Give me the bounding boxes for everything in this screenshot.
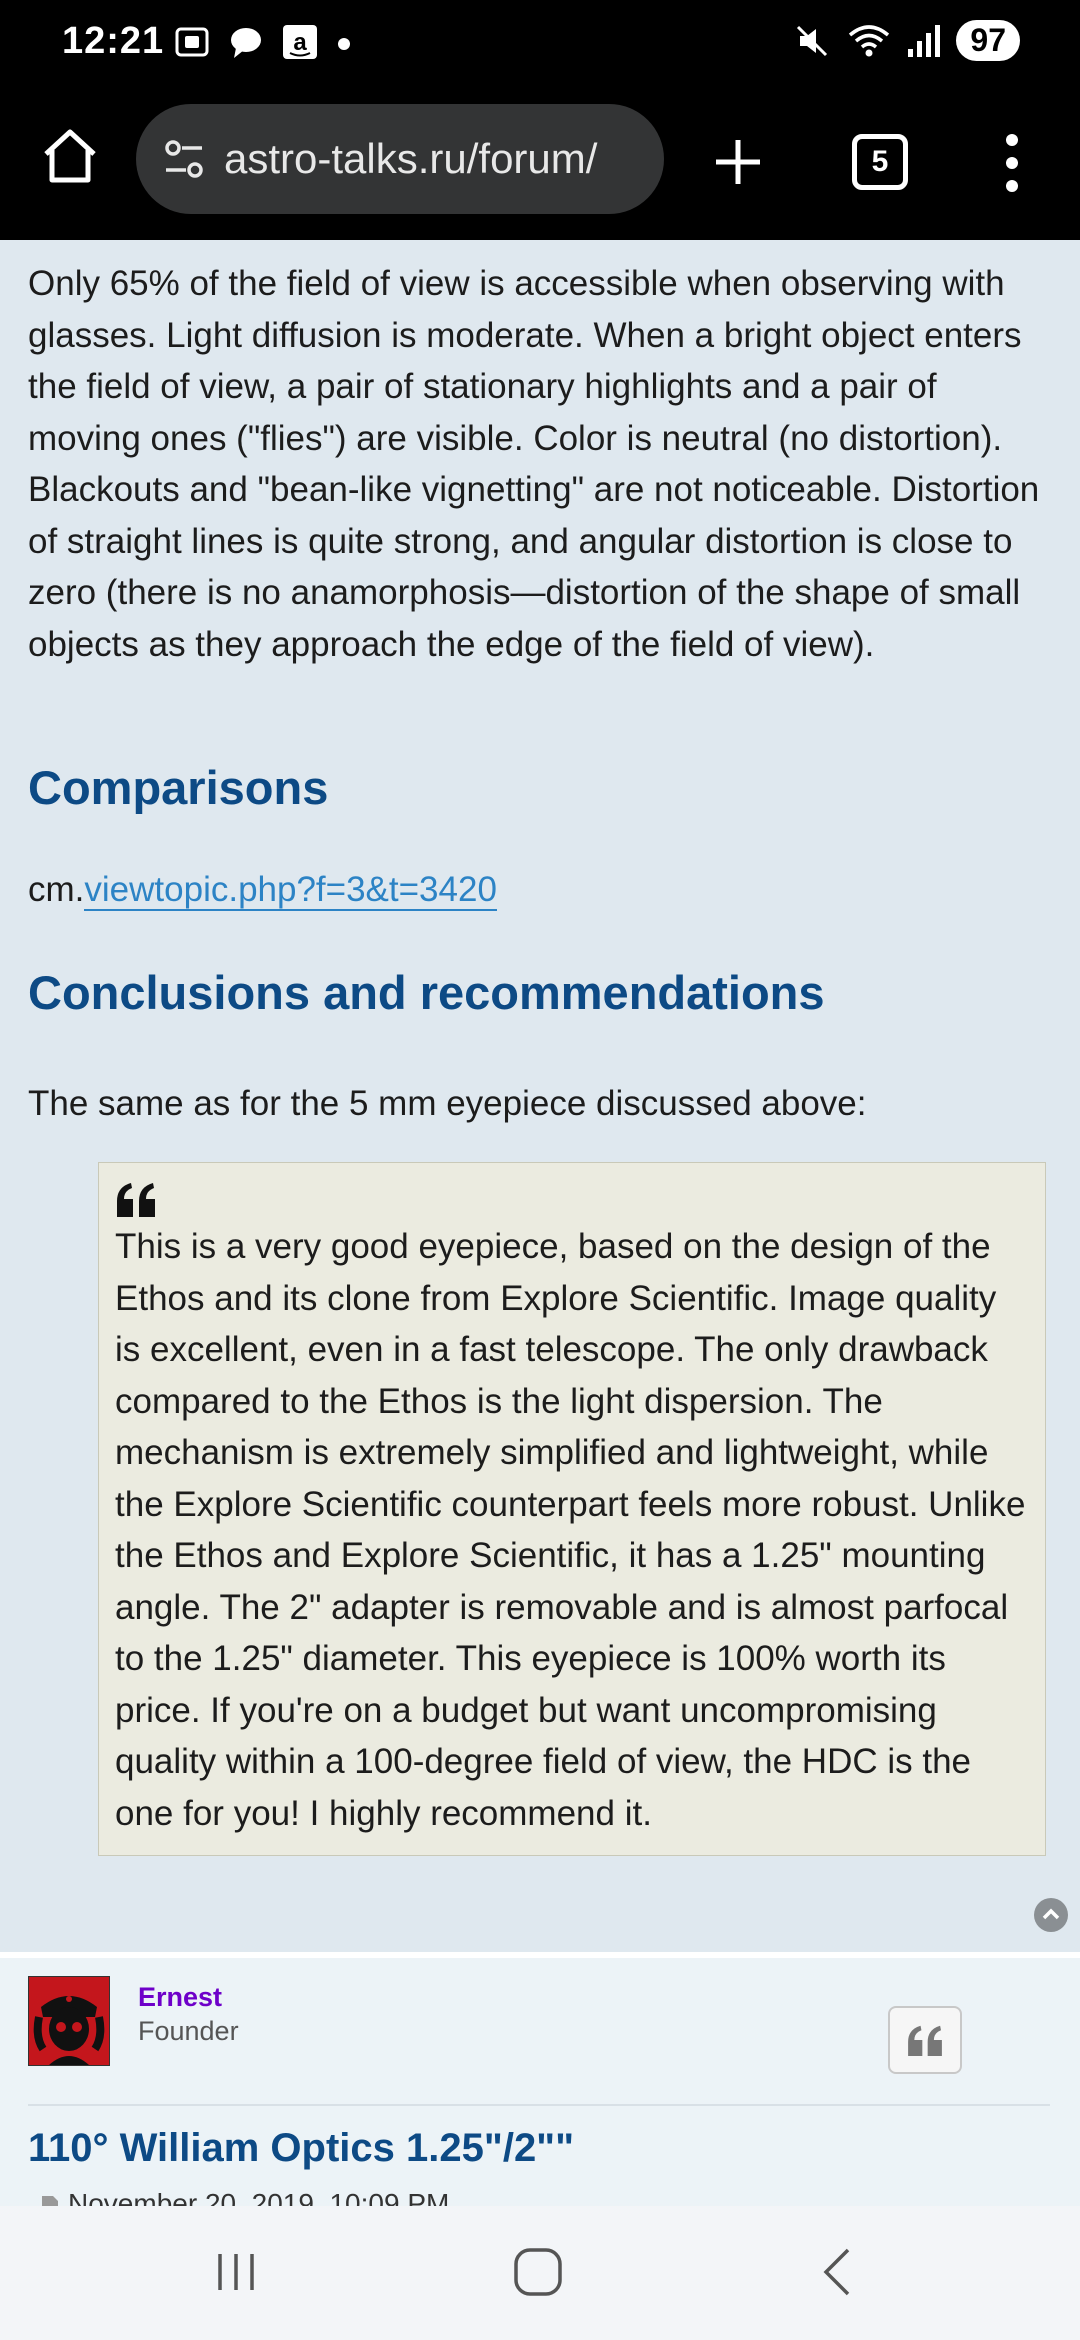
- scroll-to-top-button[interactable]: [1034, 1898, 1068, 1932]
- recent-apps-icon[interactable]: [206, 2242, 266, 2302]
- more-menu-icon[interactable]: [1000, 128, 1024, 198]
- dot-icon: [338, 38, 350, 50]
- link-prefix: cm.: [28, 870, 85, 909]
- home-icon[interactable]: [38, 124, 102, 188]
- navigation-bar: [0, 2206, 1080, 2340]
- status-bar: 12:21 a 97: [0, 0, 1080, 90]
- mute-icon: [797, 25, 828, 56]
- clock: 12:21: [62, 20, 165, 62]
- system-icons: 97: [792, 20, 1020, 61]
- battery-level: 97: [956, 20, 1020, 61]
- avatar[interactable]: [28, 1976, 110, 2066]
- notification-icons: a: [172, 22, 354, 62]
- back-icon[interactable]: [810, 2242, 870, 2302]
- next-post: Ernest Founder 110° William Optics 1.25"…: [0, 1952, 1080, 2206]
- comparison-link-line: cm.viewtopic.php?f=3&t=3420: [28, 870, 497, 911]
- signal-icon: [908, 24, 941, 57]
- post-header-divider: [28, 2104, 1050, 2106]
- post-date-text: November 20, 2019, 10:09 PM: [68, 2188, 450, 2206]
- quote-block: This is a very good eyepiece, based on t…: [98, 1162, 1046, 1856]
- browser-toolbar: astro-talks.ru/forum/ 5: [0, 90, 1080, 330]
- post-title[interactable]: 110° William Optics 1.25"/2"": [28, 2126, 574, 2171]
- quote-mark-icon: [908, 2025, 942, 2056]
- post-date: November 20, 2019, 10:09 PM: [40, 2188, 449, 2206]
- skull-avatar-icon: [33, 1996, 105, 2065]
- url-text[interactable]: astro-talks.ru/forum/: [224, 135, 597, 183]
- tab-switcher-button[interactable]: 5: [852, 134, 908, 190]
- quote-button[interactable]: [888, 2006, 962, 2074]
- comparison-link[interactable]: viewtopic.php?f=3&t=3420: [84, 870, 497, 911]
- chat-bubble-icon: [231, 28, 261, 58]
- author-rank: Founder: [138, 2016, 239, 2046]
- new-tab-icon[interactable]: [706, 130, 770, 194]
- forum-post: Only 65% of the field of view is accessi…: [0, 240, 1080, 1952]
- file-icon: [42, 2195, 58, 2206]
- author-name[interactable]: Ernest: [138, 1982, 222, 2013]
- page-content[interactable]: Only 65% of the field of view is accessi…: [0, 240, 1080, 1952]
- quote-text: This is a very good eyepiece, based on t…: [115, 1227, 1026, 1833]
- post-separator: [0, 1952, 1080, 1958]
- address-bar[interactable]: astro-talks.ru/forum/: [136, 104, 664, 214]
- post-paragraph: Only 65% of the field of view is accessi…: [28, 264, 1040, 664]
- site-settings-icon[interactable]: [158, 133, 210, 185]
- home-nav-icon[interactable]: [508, 2242, 568, 2302]
- amazon-icon: a: [283, 25, 317, 59]
- svg-text:a: a: [293, 29, 307, 56]
- conclusion-paragraph: The same as for the 5 mm eyepiece discus…: [28, 1084, 867, 1123]
- screenshot-icon: [175, 27, 209, 57]
- conclusions-heading: Conclusions and recommendations: [28, 966, 825, 1019]
- quote-mark-icon: [117, 1183, 155, 1217]
- comparisons-heading: Comparisons: [28, 761, 329, 814]
- chevron-up-icon: [1042, 1908, 1060, 1920]
- wifi-icon: [849, 24, 890, 56]
